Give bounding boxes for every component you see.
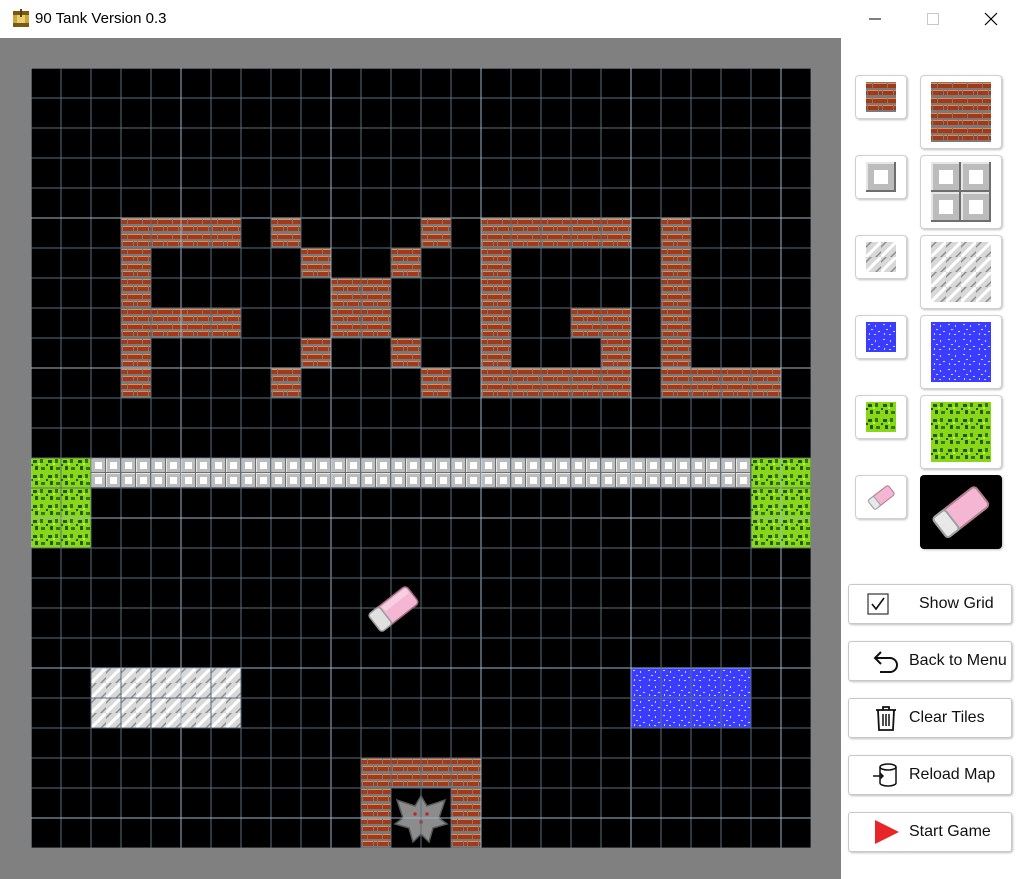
minimize-icon [869, 18, 881, 20]
ice-large-icon [931, 242, 991, 302]
eraser-cursor-icon [368, 586, 419, 632]
clear-tiles-button[interactable]: Clear Tiles [848, 698, 1012, 738]
tank-app-icon [13, 9, 29, 27]
steel-large-button[interactable] [920, 155, 1002, 229]
eraser-small-button[interactable] [855, 475, 907, 519]
map-editor-stage [0, 38, 841, 879]
tool-panel: Show Grid Back to Menu Clear Tiles Reloa… [841, 38, 1022, 879]
brick-large-icon [931, 82, 991, 142]
ice-small-icon [866, 242, 896, 272]
water-small-button[interactable] [855, 315, 907, 359]
map-board[interactable] [31, 68, 811, 848]
brick-large-button[interactable] [920, 75, 1002, 149]
maximize-icon [927, 13, 939, 25]
forest-large-icon [931, 402, 991, 462]
checkbox-checked-icon[interactable] [863, 591, 893, 617]
eraser-small-icon [867, 485, 895, 510]
show-grid-label: Show Grid [919, 595, 994, 612]
reload-map-button[interactable]: Reload Map [848, 755, 1012, 795]
ice-large-button[interactable] [920, 235, 1002, 309]
forest-large-button[interactable] [920, 395, 1002, 469]
steel-large-icon [931, 162, 991, 222]
close-icon [984, 12, 998, 26]
start-game-label: Start Game [909, 823, 991, 840]
back-to-menu-label: Back to Menu [909, 652, 1007, 669]
reload-map-label: Reload Map [909, 766, 996, 783]
start-game-button[interactable]: Start Game [848, 812, 1012, 852]
close-button[interactable] [962, 0, 1020, 38]
forest-small-icon [866, 402, 896, 432]
maximize-button[interactable] [904, 0, 962, 38]
undo-arrow-icon [871, 648, 901, 674]
database-reload-icon [871, 762, 901, 788]
water-large-icon [931, 322, 991, 382]
minimize-button[interactable] [846, 0, 904, 38]
forest-small-button[interactable] [855, 395, 907, 439]
steel-small-button[interactable] [855, 155, 907, 199]
steel-small-icon [866, 162, 896, 192]
eraser-large-icon [932, 486, 990, 539]
play-icon [871, 819, 901, 845]
clear-tiles-label: Clear Tiles [909, 709, 985, 726]
brick-small-button[interactable] [855, 75, 907, 119]
map-grid [31, 68, 811, 848]
water-large-button[interactable] [920, 315, 1002, 389]
ice-small-button[interactable] [855, 235, 907, 279]
brick-small-icon [866, 82, 896, 112]
water-small-icon [866, 322, 896, 352]
back-to-menu-button[interactable]: Back to Menu [848, 641, 1012, 681]
title-bar: 90 Tank Version 0.3 [0, 0, 1022, 38]
window-title: 90 Tank Version 0.3 [35, 10, 167, 27]
show-grid-toggle[interactable]: Show Grid [848, 584, 1012, 624]
trash-icon [871, 705, 901, 731]
eraser-large-button[interactable] [920, 475, 1002, 549]
